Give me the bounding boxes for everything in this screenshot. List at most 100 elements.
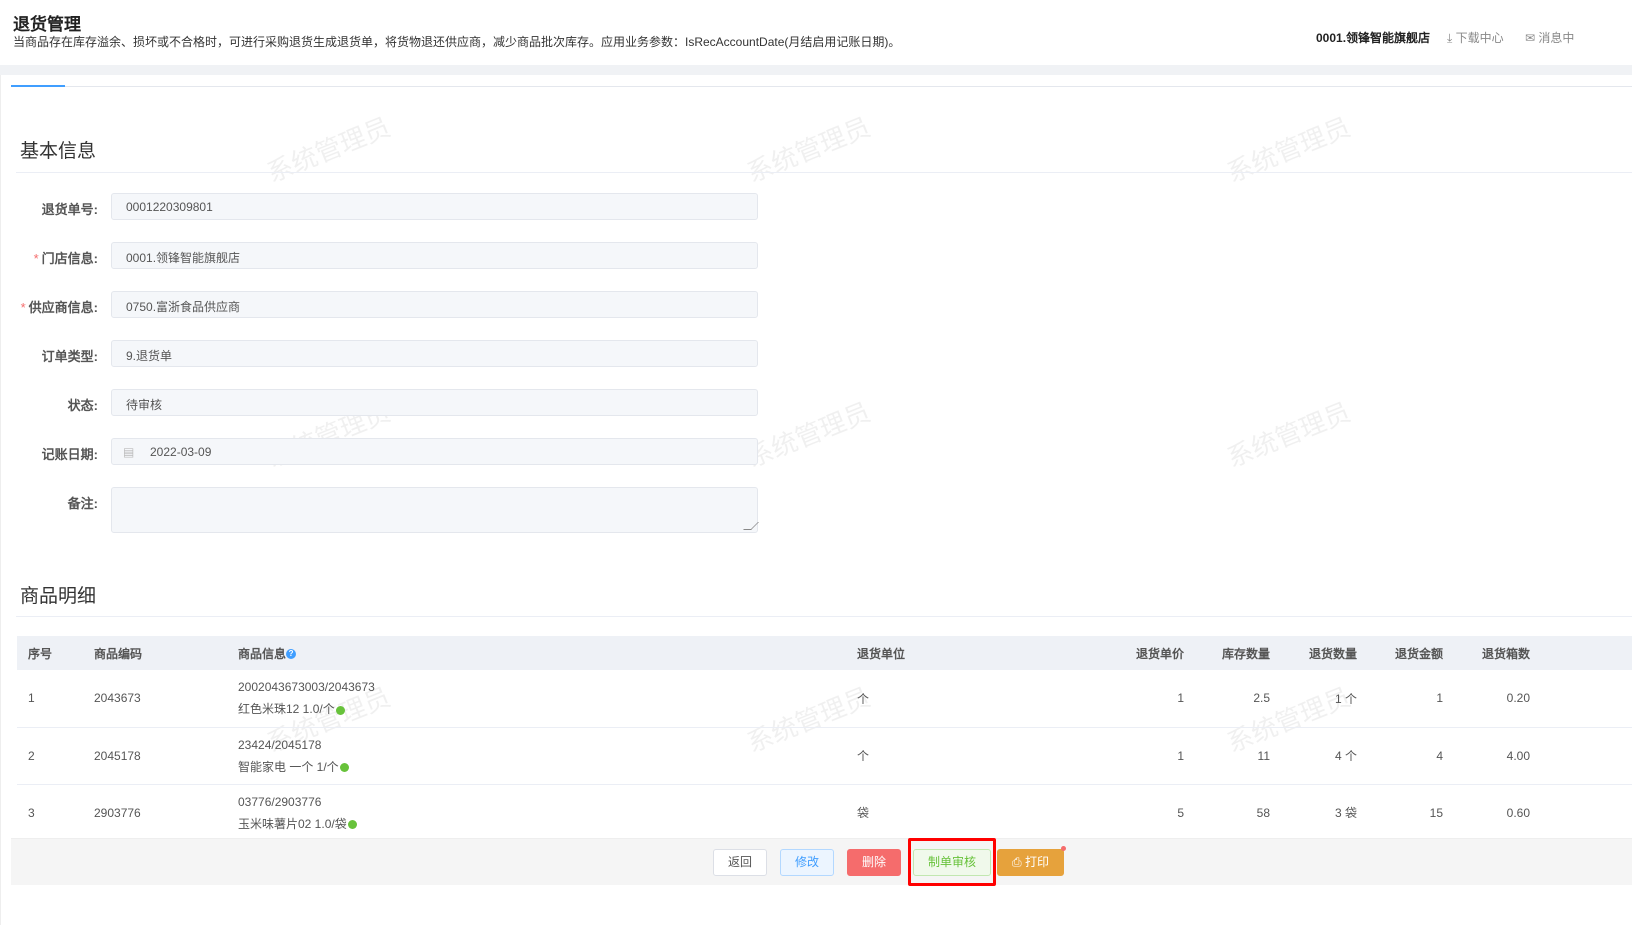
col-header: 序号 — [17, 636, 83, 670]
product-name: 红色米珠12 1.0/个 — [238, 702, 335, 717]
section-title-detail: 商品明细 — [20, 586, 97, 607]
col-header: 商品编码 — [83, 636, 227, 670]
back-button[interactable]: 返回 — [713, 849, 767, 876]
field-status: 状态: 待审核 — [1, 389, 761, 416]
resize-handle-icon[interactable] — [743, 522, 759, 530]
product-name: 智能家电 一个 1/个 — [238, 759, 339, 774]
cell-unit: 个 — [846, 727, 1105, 785]
section-title-basic: 基本信息 — [20, 141, 97, 162]
page-title: 退货管理 — [13, 15, 81, 34]
cell-qty: 4 个 — [1281, 727, 1368, 785]
cell-boxes: 0.60 — [1454, 784, 1541, 842]
cell-code: 2045178 — [83, 727, 227, 785]
field-label: 状态: — [67, 398, 98, 413]
highlight-box — [908, 838, 996, 886]
cell-amount: 15 — [1368, 784, 1454, 842]
cell-info: 23424/2045178 智能家电 一个 1/个 — [227, 727, 846, 785]
cell-unit: 袋 — [846, 784, 1105, 842]
store-input[interactable]: 0001.领锋智能旗舰店 — [111, 242, 758, 269]
info-dot-icon[interactable] — [347, 819, 357, 829]
tab-active-indicator[interactable] — [11, 85, 65, 87]
col-header: 退货单价 — [1105, 636, 1195, 670]
info-dot-icon[interactable] — [339, 762, 349, 772]
section-divider — [16, 616, 1632, 617]
field-label: 记账日期: — [41, 447, 98, 462]
field-return-no: 退货单号: 0001220309801 — [1, 193, 761, 220]
cell-spacer — [1541, 727, 1632, 785]
divider-band — [0, 65, 1632, 75]
barcode: 2002043673003/2043673 — [238, 680, 375, 695]
table-header: 序号 商品编码 商品信息? 退货单位 退货单价 库存数量 退货数量 退货金额 退… — [17, 636, 1632, 670]
cell-info: 03776/2903776 玉米味薯片02 1.0/袋 — [227, 784, 846, 842]
help-icon[interactable]: ? — [286, 649, 297, 660]
tab-bar — [11, 86, 1632, 87]
messages-link[interactable]: ✉ 消息中 — [1525, 29, 1574, 46]
supplier-input[interactable]: 0750.富浙食品供应商 — [111, 291, 758, 318]
watermark: 系统管理员 — [742, 111, 875, 189]
required-mark: * — [33, 251, 39, 266]
current-store[interactable]: 0001.领锋智能旗舰店 — [1316, 29, 1430, 46]
calendar-icon: ▤ — [123, 445, 135, 459]
field-supplier: * 供应商信息: 0750.富浙食品供应商 — [1, 291, 761, 318]
field-store: * 门店信息: 0001.领锋智能旗舰店 — [1, 242, 761, 269]
table-row[interactable]: 1 2043673 2002043673003/2043673 红色米珠12 1.… — [17, 670, 1632, 728]
delete-button[interactable]: 删除 — [847, 849, 901, 876]
download-icon: ⤓ — [1447, 31, 1453, 45]
info-dot-icon[interactable] — [335, 705, 345, 715]
printer-icon: ⎙ — [1012, 855, 1022, 869]
remark-textarea[interactable] — [111, 487, 759, 533]
cell-qty: 3 袋 — [1281, 784, 1368, 842]
page-header: 退货管理 当商品存在库存溢余、损坏或不合格时，可进行采购退货生成退货单，将货物退… — [0, 0, 1632, 65]
field-label: * 门店信息: — [33, 251, 98, 266]
cell-code: 2043673 — [83, 670, 227, 728]
cell-stock: 58 — [1195, 784, 1281, 842]
account-date-input[interactable]: ▤ 2022-03-09 — [111, 438, 758, 465]
download-center-link[interactable]: ⤓ 下载中心 — [1447, 29, 1504, 46]
cell-code: 2903776 — [83, 784, 227, 842]
col-header: 退货数量 — [1281, 636, 1368, 670]
col-header: 商品信息? — [227, 636, 846, 670]
return-no-input[interactable]: 0001220309801 — [111, 193, 758, 220]
status-input[interactable]: 待审核 — [111, 389, 758, 416]
action-bar: 返回 修改 删除 制单审核 ⎙ 打印 — [11, 838, 1632, 886]
table-row[interactable]: 2 2045178 23424/2045178 智能家电 一个 1/个 个 1 1… — [17, 727, 1632, 785]
cell-amount: 1 — [1368, 670, 1454, 728]
col-header: 库存数量 — [1195, 636, 1281, 670]
cell-amount: 4 — [1368, 727, 1454, 785]
cell-stock: 11 — [1195, 727, 1281, 785]
cell-no: 3 — [17, 784, 83, 842]
col-header: 退货金额 — [1368, 636, 1454, 670]
cell-price: 1 — [1105, 727, 1195, 785]
watermark: 系统管理员 — [1222, 396, 1355, 474]
print-button[interactable]: ⎙ 打印 — [997, 849, 1064, 876]
cell-no: 2 — [17, 727, 83, 785]
watermark: 系统管理员 — [262, 111, 395, 189]
barcode: 23424/2045178 — [238, 737, 322, 752]
cell-price: 5 — [1105, 784, 1195, 842]
order-type-input[interactable]: 9.退货单 — [111, 340, 758, 367]
field-label: 退货单号: — [41, 202, 98, 217]
edit-button[interactable]: 修改 — [780, 849, 834, 876]
col-header: 退货箱数 — [1454, 636, 1541, 670]
col-header: 退货单位 — [846, 636, 1105, 670]
main-panel: 系统管理员 系统管理员 系统管理员 系统管理员 系统管理员 系统管理员 系统管理… — [0, 75, 1632, 925]
cell-spacer — [1541, 670, 1632, 728]
barcode: 03776/2903776 — [238, 794, 322, 809]
product-name: 玉米味薯片02 1.0/袋 — [238, 816, 347, 831]
field-account-date: 记账日期: ▤ 2022-03-09 — [1, 438, 761, 465]
table-row[interactable]: 3 2903776 03776/2903776 玉米味薯片02 1.0/袋 袋 5… — [17, 784, 1632, 842]
cell-info: 2002043673003/2043673 红色米珠12 1.0/个 — [227, 670, 846, 728]
cell-stock: 2.5 — [1195, 670, 1281, 728]
page-description: 当商品存在库存溢余、损坏或不合格时，可进行采购退货生成退货单，将货物退还供应商，… — [13, 35, 901, 49]
cell-no: 1 — [17, 670, 83, 728]
field-label: 订单类型: — [41, 349, 98, 364]
field-label: * 供应商信息: — [20, 300, 98, 315]
field-label: 备注: — [67, 496, 98, 511]
col-spacer — [1541, 636, 1632, 670]
product-table: 序号 商品编码 商品信息? 退货单位 退货单价 库存数量 退货数量 退货金额 退… — [17, 636, 1632, 842]
cell-unit: 个 — [846, 670, 1105, 728]
section-divider — [16, 172, 1632, 173]
cell-spacer — [1541, 784, 1632, 842]
field-remark: 备注: — [1, 487, 761, 533]
required-mark: * — [20, 300, 26, 315]
